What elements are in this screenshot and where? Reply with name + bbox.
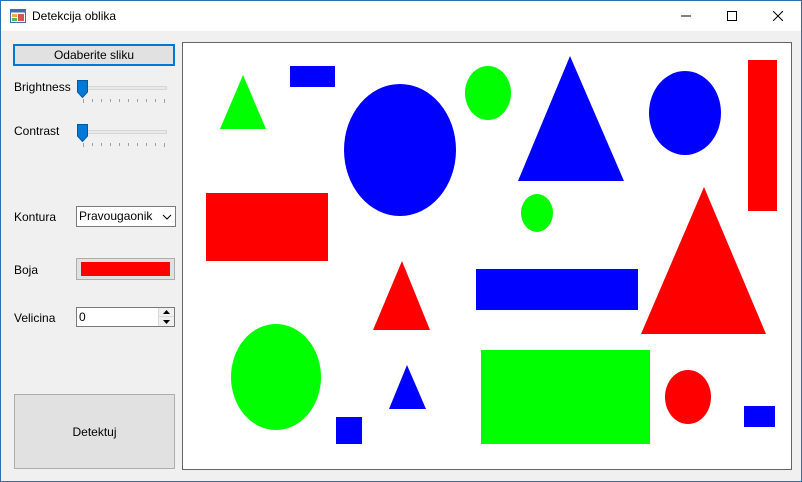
main-window: Detekcija oblika Odaberite sliku Brightn… bbox=[0, 0, 802, 482]
blue-square-small bbox=[336, 417, 362, 444]
spin-up-button[interactable] bbox=[159, 308, 174, 317]
minimize-icon bbox=[681, 15, 691, 17]
title-bar: Detekcija oblika bbox=[1, 1, 801, 31]
red-triangle-small bbox=[373, 261, 430, 330]
app-icon bbox=[10, 9, 26, 23]
color-label: Boja bbox=[14, 263, 39, 277]
blue-rectangle-small bbox=[290, 66, 335, 87]
green-ellipse-top bbox=[465, 66, 511, 120]
brightness-thumb[interactable] bbox=[77, 80, 88, 98]
chevron-down-icon bbox=[162, 214, 172, 220]
red-ellipse-small bbox=[665, 370, 711, 424]
size-spinner bbox=[158, 308, 174, 326]
detect-button[interactable]: Detektuj bbox=[14, 394, 175, 469]
minimize-button[interactable] bbox=[663, 1, 709, 31]
load-image-button[interactable]: Odaberite sliku bbox=[13, 44, 175, 66]
spin-down-icon bbox=[163, 319, 170, 324]
blue-ellipse-large bbox=[344, 84, 456, 216]
size-value: 0 bbox=[79, 310, 86, 324]
color-swatch bbox=[81, 262, 170, 276]
maximize-button[interactable] bbox=[709, 1, 755, 31]
brightness-slider[interactable] bbox=[76, 77, 171, 107]
contour-select-value: Pravougaonik bbox=[79, 209, 153, 223]
color-picker-button[interactable] bbox=[76, 258, 175, 280]
contour-label: Kontura bbox=[14, 210, 57, 224]
window-title: Detekcija oblika bbox=[32, 9, 117, 23]
brightness-track bbox=[80, 86, 167, 90]
size-label: Velicina bbox=[14, 311, 56, 325]
form-client-area: Odaberite sliku Brightness Contrast Kont… bbox=[1, 31, 801, 481]
green-ellipse-bottom bbox=[231, 324, 321, 430]
green-triangle-small bbox=[220, 75, 266, 129]
close-icon bbox=[773, 11, 783, 21]
brightness-label: Brightness bbox=[14, 80, 71, 94]
red-rectangle-left bbox=[206, 193, 328, 261]
blue-ellipse-right bbox=[649, 71, 721, 155]
blue-triangle-large bbox=[518, 56, 624, 181]
maximize-icon bbox=[727, 11, 737, 21]
size-numeric-input[interactable]: 0 bbox=[76, 307, 175, 327]
green-ellipse-small bbox=[521, 194, 553, 232]
blue-rectangle-wide bbox=[476, 269, 638, 310]
blue-triangle-small bbox=[389, 365, 426, 409]
contrast-slider[interactable] bbox=[76, 121, 171, 151]
red-triangle-large bbox=[641, 187, 766, 334]
green-rectangle-large bbox=[481, 350, 650, 444]
shapes-image bbox=[206, 56, 777, 444]
spin-up-icon bbox=[163, 310, 170, 314]
contrast-label: Contrast bbox=[14, 124, 60, 138]
contour-select[interactable]: Pravougaonik bbox=[76, 206, 176, 227]
blue-rectangle-right bbox=[744, 406, 775, 427]
brightness-ticks bbox=[83, 99, 165, 103]
close-button[interactable] bbox=[755, 1, 801, 31]
contrast-thumb[interactable] bbox=[77, 124, 88, 142]
red-rectangle-vertical bbox=[748, 60, 777, 211]
contrast-track bbox=[80, 130, 167, 134]
spin-down-button[interactable] bbox=[159, 317, 174, 326]
contrast-ticks bbox=[83, 143, 165, 147]
image-picture-box bbox=[182, 42, 792, 470]
